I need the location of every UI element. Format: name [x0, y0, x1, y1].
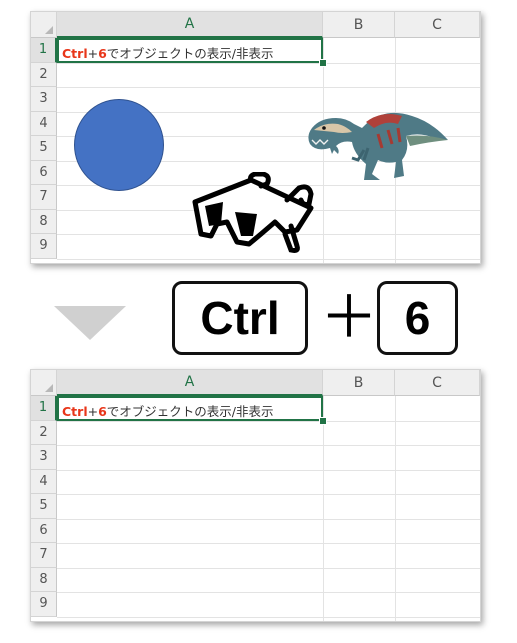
- row-header-8[interactable]: 8: [31, 209, 57, 234]
- dinosaur-image[interactable]: [302, 88, 450, 184]
- row-header-7[interactable]: 7: [31, 543, 57, 568]
- gridline: [395, 396, 396, 621]
- row-header-6[interactable]: 6: [31, 160, 57, 185]
- gridline: [57, 616, 480, 618]
- column-header-b[interactable]: B: [323, 12, 395, 38]
- row-header-5[interactable]: 5: [31, 136, 57, 161]
- circle-shape[interactable]: [74, 99, 164, 191]
- row-header-4[interactable]: 4: [31, 469, 57, 494]
- cell-a1[interactable]: Ctrl+6でオブジェクトの表示/非表示: [57, 38, 323, 63]
- row-header-6[interactable]: 6: [31, 518, 57, 543]
- gridline: [57, 469, 480, 471]
- row-header-5[interactable]: 5: [31, 494, 57, 519]
- cell-a1-ctrl-text: Ctrl: [62, 404, 88, 419]
- column-header-c[interactable]: C: [395, 370, 480, 396]
- row-header-2[interactable]: 2: [31, 420, 57, 445]
- column-header-a[interactable]: A: [57, 12, 323, 38]
- cell-a1[interactable]: Ctrl+6でオブジェクトの表示/非表示: [57, 396, 323, 421]
- cell-a1-six-text: 6: [98, 404, 107, 419]
- cell-a1-ctrl-text: Ctrl: [62, 46, 88, 61]
- spreadsheet-before: A B C 1 2 3 4 5 6 7 8 9 Ctrl+6でオブジェクトの表示…: [30, 11, 481, 264]
- row-header-7[interactable]: 7: [31, 185, 57, 210]
- row-header-8[interactable]: 8: [31, 567, 57, 592]
- cell-a1-description-text: でオブジェクトの表示/非表示: [106, 404, 274, 419]
- gridline: [57, 258, 480, 260]
- row-header-1[interactable]: 1: [31, 38, 57, 63]
- down-arrow-icon: [54, 306, 126, 340]
- row-header-4[interactable]: 4: [31, 111, 57, 136]
- select-all-button[interactable]: [31, 370, 57, 396]
- column-header-a[interactable]: A: [57, 370, 323, 396]
- select-all-button[interactable]: [31, 12, 57, 38]
- cell-a1-six-text: 6: [98, 46, 107, 61]
- 3d-glasses-icon[interactable]: [191, 172, 315, 254]
- column-header-b[interactable]: B: [323, 370, 395, 396]
- spreadsheet-after: A B C 1 2 3 4 5 6 7 8 9 Ctrl+6でオブジェクトの表示…: [30, 369, 481, 622]
- cell-a1-description-text: でオブジェクトの表示/非表示: [106, 46, 274, 61]
- row-header-2[interactable]: 2: [31, 62, 57, 87]
- gridline: [57, 567, 480, 569]
- gridline: [57, 62, 480, 64]
- row-header-9[interactable]: 9: [31, 234, 57, 259]
- row-header-9[interactable]: 9: [31, 592, 57, 617]
- gridline: [57, 494, 480, 495]
- gridline: [57, 420, 480, 422]
- cell-a1-plus-text: +: [87, 404, 99, 419]
- fill-handle[interactable]: [319, 59, 327, 67]
- six-key: 6: [377, 281, 458, 355]
- gridline: [57, 543, 480, 544]
- row-header-3[interactable]: 3: [31, 445, 57, 470]
- cell-a1-plus-text: +: [87, 46, 99, 61]
- gridline: [57, 518, 480, 520]
- ctrl-key: Ctrl: [172, 281, 308, 355]
- gridline: [57, 445, 480, 446]
- row-header-3[interactable]: 3: [31, 87, 57, 112]
- plus-sign: ＋: [320, 285, 379, 350]
- gridline: [323, 396, 324, 621]
- column-header-c[interactable]: C: [395, 12, 480, 38]
- gridline: [57, 592, 480, 593]
- row-header-1[interactable]: 1: [31, 396, 57, 421]
- fill-handle[interactable]: [319, 417, 327, 425]
